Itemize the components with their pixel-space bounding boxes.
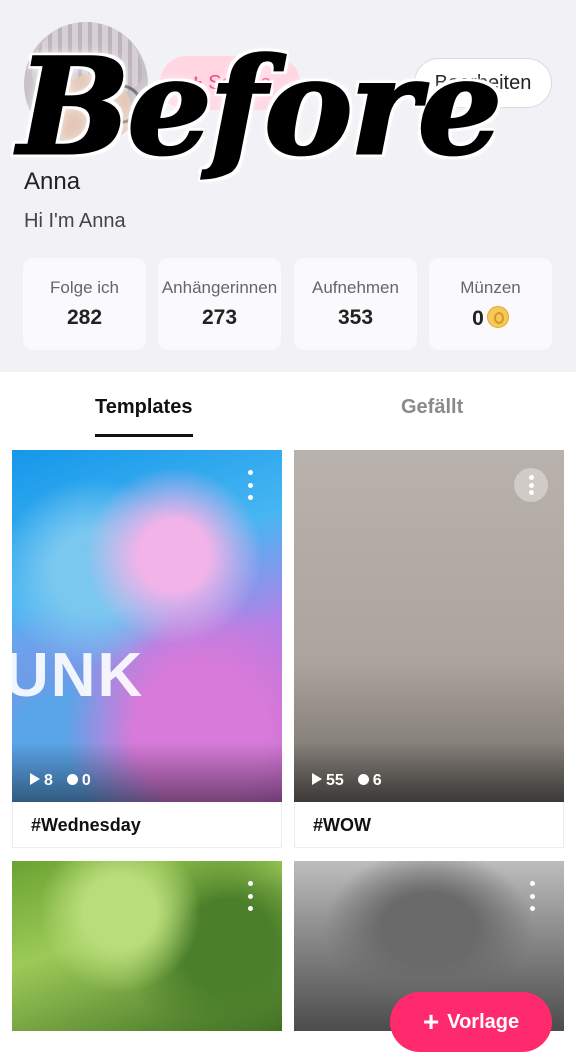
card-stats: 55 6 [312, 772, 382, 790]
template-thumbnail[interactable] [12, 861, 282, 1031]
before-watermark: Before [17, 30, 504, 185]
stat-value: 353 [337, 306, 374, 329]
template-thumbnail[interactable]: UNK 8 0 [12, 450, 282, 802]
play-icon [30, 773, 40, 785]
template-thumbnail[interactable]: 55 6 [294, 450, 564, 802]
stat-value-wrap: 0 [429, 306, 552, 331]
stat-value: 282 [66, 306, 103, 329]
card-title: #WOW [313, 815, 371, 835]
add-template-label: Vorlage [447, 1010, 520, 1033]
stat-coins[interactable]: Münzen 0 [429, 258, 552, 350]
stat-value: 0 [472, 307, 484, 330]
template-card[interactable]: UNK 8 0 #Wednesday [12, 450, 282, 848]
coin-icon [486, 306, 509, 328]
card-stats: 8 0 [30, 772, 91, 790]
tab-templates[interactable]: Templates [95, 396, 192, 419]
stat-recordings[interactable]: Aufnehmen 353 [294, 258, 417, 350]
play-icon [312, 773, 322, 785]
stat-label: Münzen [460, 278, 521, 297]
stat-following[interactable]: Folge ich 282 [23, 258, 146, 350]
more-options-icon[interactable] [518, 881, 546, 911]
thumbnail-overlay-text: UNK [12, 641, 145, 710]
more-options-icon[interactable] [236, 470, 264, 500]
active-tab-indicator [95, 434, 193, 437]
template-card[interactable] [12, 861, 282, 1031]
more-options-icon[interactable] [514, 468, 548, 502]
stat-value: 273 [201, 306, 238, 329]
plus-icon: + [422, 1006, 440, 1037]
template-card[interactable]: 55 6 #WOW [294, 450, 564, 848]
comment-icon [66, 774, 78, 785]
play-count: 55 [326, 772, 344, 789]
stat-label: Aufnehmen [312, 278, 399, 297]
more-options-icon[interactable] [236, 881, 264, 911]
card-caption: #WOW [294, 802, 564, 848]
stat-label: Anhängerinnen [161, 278, 278, 297]
content-tabs: Templates Gefällt [0, 372, 576, 442]
comment-count: 6 [372, 772, 382, 789]
add-template-button[interactable]: + Vorlage [390, 992, 552, 1052]
comment-count: 0 [81, 772, 91, 789]
comment-icon [357, 774, 369, 785]
card-title: #Wednesday [31, 815, 141, 835]
stat-followers[interactable]: Anhängerinnen 273 [158, 258, 281, 350]
profile-bio: Hi I'm Anna [24, 210, 126, 232]
card-caption: #Wednesday [12, 802, 282, 848]
stat-label: Folge ich [50, 278, 119, 297]
tab-liked[interactable]: Gefällt [401, 396, 463, 419]
play-count: 8 [44, 772, 53, 789]
